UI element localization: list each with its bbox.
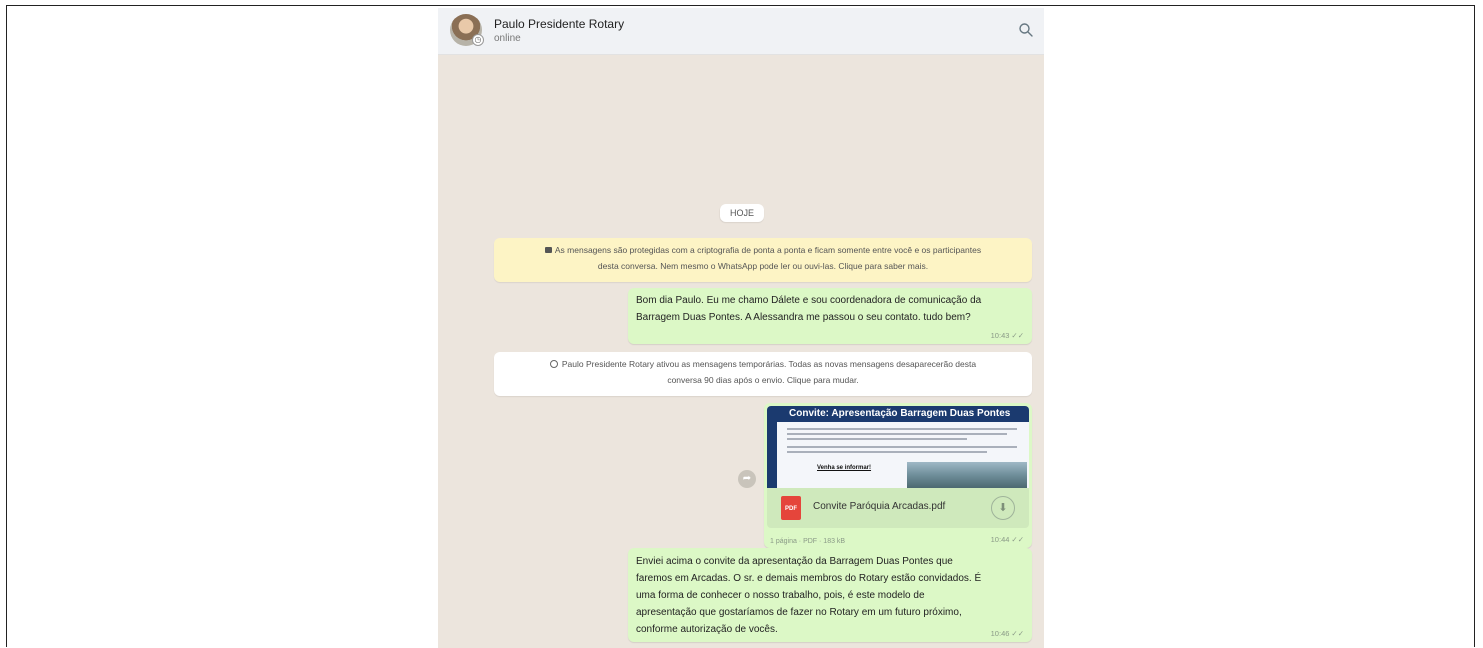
message-text-line: conforme autorização de vocês. [636,624,778,635]
document-text-line [787,428,1017,430]
pdf-icon: PDF [781,496,801,520]
message-text-line: faremos em Arcadas. O sr. e demais membr… [636,573,982,584]
double-check-icon: ✓✓ [1011,629,1024,638]
message-text-line: Barragem Duas Pontes. A Alessandra me pa… [636,312,971,323]
message-meta: 10:46 ✓✓ [991,629,1024,638]
document-text-line [787,438,967,440]
lock-icon [544,247,552,253]
file-row[interactable]: PDF Convite Paróquia Arcadas.pdf ⬇ [767,488,1029,528]
timer-icon [549,360,558,368]
temporary-text-line1: Paulo Presidente Rotary ativou as mensag… [561,359,977,369]
forward-icon[interactable]: ➦ [738,470,756,488]
message-text-line: Enviei acima o convite da apresentação d… [636,556,953,567]
message-meta: 10:44 ✓✓ [991,535,1024,544]
double-check-icon: ✓✓ [1011,535,1024,544]
message-text-line: apresentação que gostaríamos de fazer no… [636,607,962,618]
encryption-text-line1: As mensagens são protegidas com a cripto… [554,245,982,255]
encryption-notice[interactable]: As mensagens são protegidas com a cripto… [494,238,1032,282]
document-text-line [787,451,987,453]
contact-status: online [494,33,521,44]
search-icon[interactable] [1018,22,1034,38]
document-text-line [787,446,1017,448]
document-side-stripe [767,422,777,488]
outgoing-message[interactable]: Bom dia Paulo. Eu me chamo Dálete e sou … [628,288,1032,344]
document-banner-bold: Convite: [789,408,829,419]
temporary-text-line2: conversa 90 dias após o envio. Clique pa… [667,375,859,385]
document-text-line [787,433,1007,435]
encryption-text-line2: desta conversa. Nem mesmo o WhatsApp pod… [597,261,929,271]
message-time: 10:43 [990,331,1010,340]
message-text-line: Bom dia Paulo. Eu me chamo Dálete e sou … [636,295,982,306]
message-time: 10:44 [990,535,1010,544]
document-photo [907,462,1027,488]
document-message[interactable]: Convite: Apresentação Barragem Duas Pont… [764,403,1032,548]
contact-name[interactable]: Paulo Presidente Rotary [494,17,624,31]
message-meta: 10:43 ✓✓ [991,331,1024,340]
double-check-icon: ✓✓ [1011,331,1024,340]
document-banner-title: Apresentação Barragem Duas Pontes [829,408,1011,419]
document-banner: Convite: Apresentação Barragem Duas Pont… [767,406,1029,422]
message-text-line: uma forma de conhecer o nosso trabalho, … [636,590,925,601]
timer-badge-icon: ◷ [472,34,484,46]
message-time: 10:46 [990,629,1010,638]
temporary-messages-notice[interactable]: Paulo Presidente Rotary ativou as mensag… [494,352,1032,396]
file-meta: 1 página · PDF · 183 kB [770,538,846,545]
document-preview[interactable]: Convite: Apresentação Barragem Duas Pont… [767,406,1029,488]
outgoing-message[interactable]: Enviei acima o convite da apresentação d… [628,548,1032,642]
day-divider: HOJE [719,204,765,222]
chat-header[interactable]: ◷ Paulo Presidente Rotary online [438,8,1044,55]
file-name[interactable]: Convite Paróquia Arcadas.pdf [813,501,945,512]
download-button[interactable]: ⬇ [991,496,1015,520]
chat-window: ◷ Paulo Presidente Rotary online HOJE As… [438,8,1044,648]
document-cta: Venha se informar! [817,465,872,471]
